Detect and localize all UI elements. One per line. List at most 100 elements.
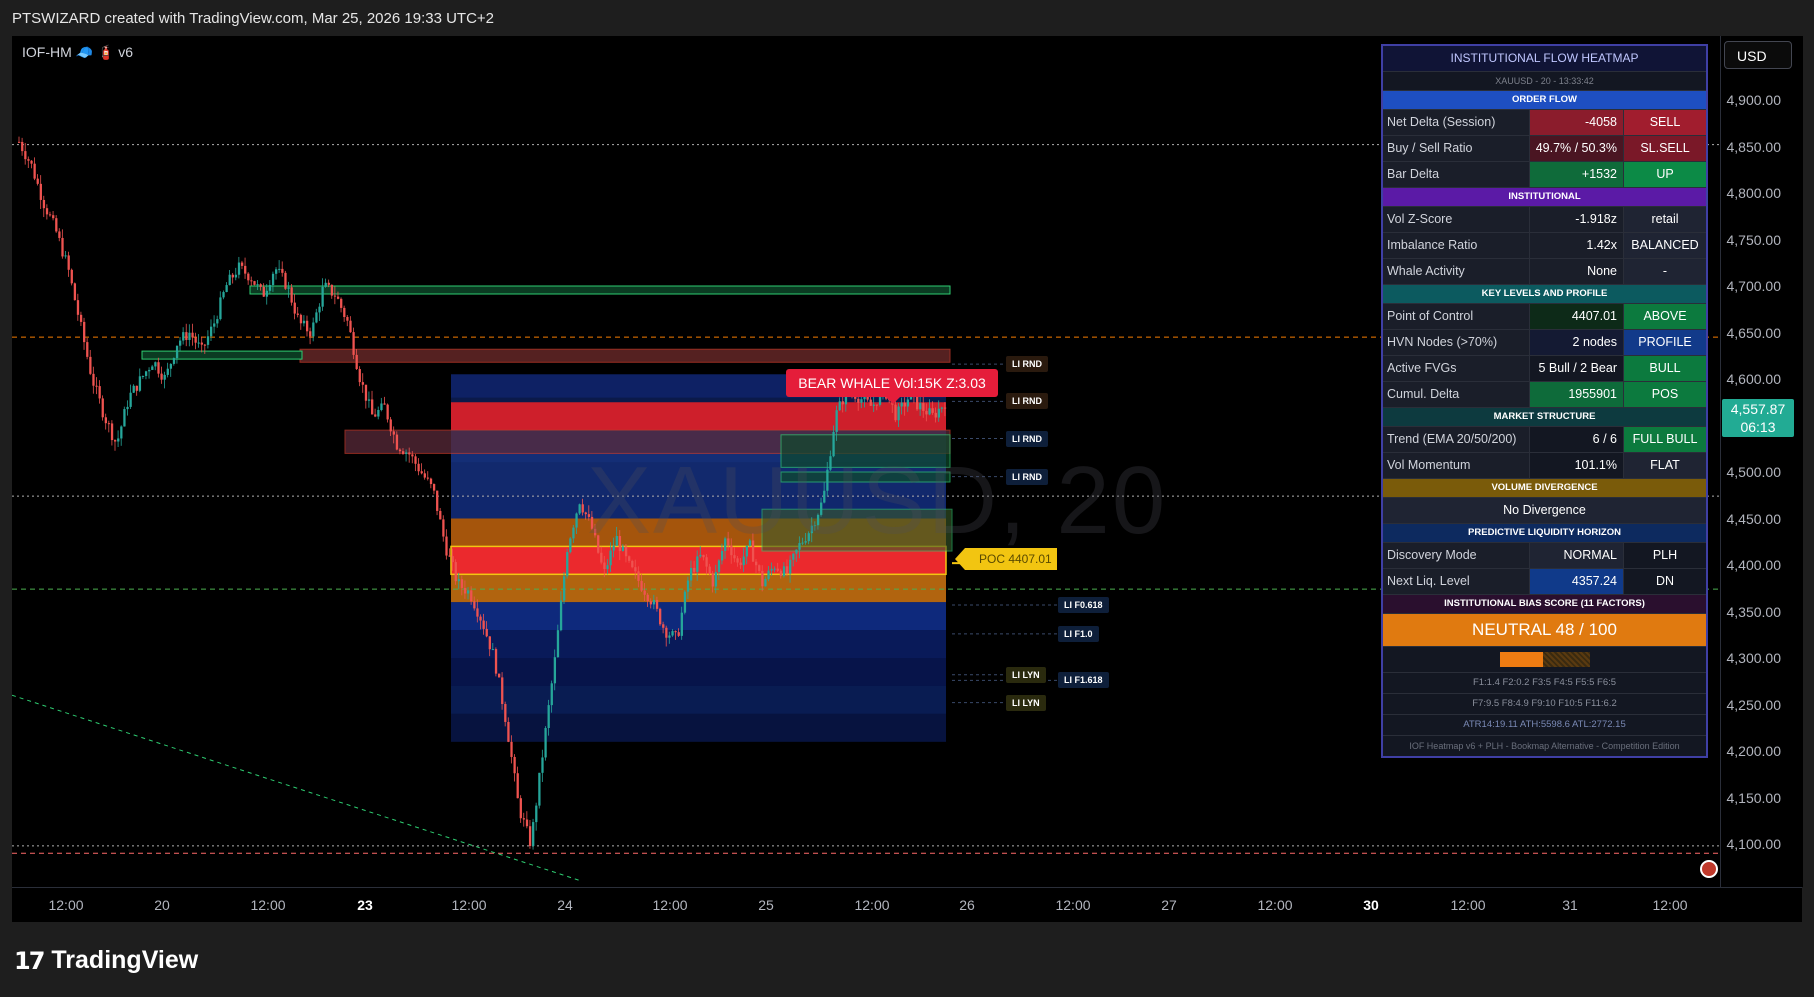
top-bar: PTSWIZARD created with TradingView.com, … xyxy=(0,0,1814,36)
price-tick-label: 4,900.00 xyxy=(1726,92,1782,108)
liquidity-header: PREDICTIVE LIQUIDITY HORIZON xyxy=(1383,524,1706,543)
candle-body xyxy=(234,274,238,278)
metric-status: retail xyxy=(1624,207,1706,232)
metric-value: 2 nodes xyxy=(1530,330,1624,355)
candle-body xyxy=(488,636,491,650)
candle-body xyxy=(603,562,606,570)
candle-body xyxy=(281,268,284,273)
candle-body xyxy=(572,527,575,539)
candle-body xyxy=(928,408,931,415)
candle-body xyxy=(219,297,222,320)
candle-body xyxy=(581,504,584,513)
tradingview-logo[interactable]: 17 TradingView xyxy=(14,946,198,975)
candle-body xyxy=(386,404,389,420)
candle-body xyxy=(213,323,216,327)
heatmap-band xyxy=(451,574,946,603)
candle-body xyxy=(457,579,461,582)
level-tag: LI RND xyxy=(1006,393,1048,410)
flag-icon[interactable] xyxy=(1700,860,1718,878)
candle-body xyxy=(21,141,24,152)
candle-body xyxy=(52,215,55,219)
candle-body xyxy=(547,705,550,729)
candle-body xyxy=(293,302,296,314)
candle-body xyxy=(185,332,188,340)
candle-body xyxy=(89,356,92,374)
price-axis[interactable]: 4,900.00 4,850.00 4,800.00 4,750.00 4,700.00… xyxy=(1720,36,1803,887)
candle-body xyxy=(209,326,213,337)
candle-body xyxy=(550,683,553,706)
candle-body xyxy=(271,273,275,286)
price-tick-label: 4,100.00 xyxy=(1726,836,1782,852)
candle-body xyxy=(761,570,764,587)
divergence-header: VOLUME DIVERGENCE xyxy=(1383,479,1706,498)
last-price-tag: 4,557.87 06:13 xyxy=(1722,399,1794,438)
candle-body xyxy=(785,566,789,574)
time-tick-label: 23 xyxy=(357,897,373,913)
tradingview-wordmark: TradingView xyxy=(51,946,199,974)
candle-body xyxy=(426,477,430,479)
candle-body xyxy=(358,369,361,383)
candle-body xyxy=(79,314,83,322)
level-tag: LI RND xyxy=(1006,430,1048,447)
candle-body xyxy=(479,616,482,621)
candle-body xyxy=(144,371,148,376)
candle-body xyxy=(758,565,761,571)
candle-body xyxy=(58,231,61,238)
candle-body xyxy=(739,562,742,566)
factors-row-2: F7:9.5 F8:4.9 F9:10 F10:5 F11:6.2 xyxy=(1383,694,1706,715)
candle-body xyxy=(336,296,340,299)
metric-status: FLAT xyxy=(1624,453,1706,478)
metric-value: 6 / 6 xyxy=(1530,427,1624,452)
panel-subtitle: XAUUSD - 20 - 13:33:42 xyxy=(1383,72,1706,91)
time-tick-label: 31 xyxy=(1562,897,1578,913)
stats-row: ATR14:19.11 ATH:5598.6 ATL:2772.15 xyxy=(1383,715,1706,736)
candle-body xyxy=(262,286,265,297)
metric-status: POS xyxy=(1624,382,1706,407)
candle-body xyxy=(559,600,563,631)
candle-body xyxy=(432,484,436,491)
candle-body xyxy=(349,320,352,333)
candle-body xyxy=(671,631,674,636)
candle-body xyxy=(782,566,786,577)
candle-body xyxy=(535,805,538,823)
metric-status: FULL BULL xyxy=(1624,427,1706,452)
candle-body xyxy=(163,374,166,380)
candle-body xyxy=(525,819,529,827)
candle-body xyxy=(869,399,872,406)
metric-value: 4407.01 xyxy=(1530,304,1624,329)
candle-body xyxy=(934,412,937,418)
heatmap-band xyxy=(451,602,946,631)
time-axis[interactable]: 12:00 20 12:00 23 12:00 24 12:00 25 12:00 26 12:00… xyxy=(12,887,1802,923)
candle-body xyxy=(460,579,464,588)
candle-body xyxy=(454,562,457,582)
metric-value: 49.7% / 50.3% xyxy=(1530,136,1624,161)
candle-body xyxy=(268,285,272,291)
candle-body xyxy=(835,410,838,432)
candle-body xyxy=(194,337,197,343)
indicator-label[interactable]: IOF-HM 🧢 🧯 v6 xyxy=(22,44,133,61)
candle-body xyxy=(284,272,287,289)
candle-body xyxy=(191,332,194,338)
time-tick-label: 30 xyxy=(1363,897,1379,913)
candle-body xyxy=(494,649,498,674)
candle-body xyxy=(467,590,470,594)
time-tick-label: 12:00 xyxy=(250,897,286,913)
candle-body xyxy=(287,287,290,289)
candle-body xyxy=(374,414,377,417)
candle-body xyxy=(497,673,501,678)
candle-body xyxy=(312,322,315,337)
candle-body xyxy=(436,490,439,511)
whale-annotation: BEAR WHALE Vol:15K Z:3.03 xyxy=(786,369,998,404)
candle-body xyxy=(83,321,86,343)
candle-body xyxy=(420,471,423,474)
currency-button[interactable]: USD xyxy=(1724,41,1792,69)
candle-body xyxy=(423,473,426,478)
candle-body xyxy=(346,317,349,321)
heatmap-band xyxy=(451,658,946,686)
candle-body xyxy=(117,438,120,442)
candle-body xyxy=(634,567,637,572)
level-tag: LI RND xyxy=(1006,468,1048,485)
price-tick-label: 4,650.00 xyxy=(1726,324,1782,341)
candle-body xyxy=(126,406,129,410)
candle-body xyxy=(36,178,39,184)
